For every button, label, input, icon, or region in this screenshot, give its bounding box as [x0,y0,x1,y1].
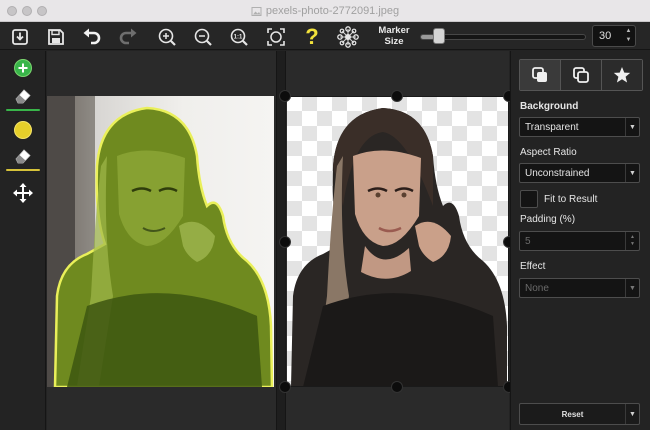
chevron-down-icon: ▼ [625,118,639,136]
crop-handle-bottom-left[interactable] [279,381,291,393]
remove-eraser-tool[interactable] [6,143,40,169]
zoom-in-icon [158,28,176,46]
stepper-down-icon[interactable]: ▼ [626,36,632,45]
stepper-up-icon[interactable]: ▲ [626,27,632,36]
marker-size-stepper[interactable]: ▲ ▼ [623,27,634,45]
tab-effects[interactable] [602,60,642,90]
marker-size-slider-thumb[interactable] [433,28,446,44]
zoom-fit-icon [267,28,285,46]
help-button[interactable]: ? [300,25,324,49]
reset-label: Reset [561,409,584,419]
aspect-ratio-label: Aspect Ratio [520,147,577,158]
zoom-actual-button[interactable]: 1:1 [227,25,251,49]
app-window: pexels-photo-2772091.jpeg 1:1 ? Marker S… [0,0,650,430]
padding-stepper[interactable]: ▲ ▼ [625,232,639,250]
zoom-actual-text: 1:1 [234,34,243,40]
zoom-in-button[interactable] [155,25,179,49]
import-button[interactable] [8,25,32,49]
marker-size-field[interactable]: 30 ▲ ▼ [592,25,636,47]
save-button[interactable] [44,25,68,49]
effect-value: None [525,282,549,294]
background-value: Transparent [525,121,579,133]
settings-tabs [519,59,643,91]
image-file-icon [251,6,262,16]
crop-handle-bottom[interactable] [391,381,403,393]
window-title: pexels-photo-2772091.jpeg [265,5,400,17]
marker-size-label: Marker Size [378,25,410,47]
zoom-1-1-icon: 1:1 [230,28,248,46]
chevron-down-icon: ▼ [625,164,639,182]
crop-frame[interactable] [285,96,509,387]
layers-icon [532,67,547,82]
crop-handle-left[interactable] [279,236,291,248]
tab-background[interactable] [520,60,561,90]
undo-icon [83,28,101,45]
remove-marker-tool[interactable] [6,117,40,143]
tab-shadow[interactable] [561,60,602,90]
background-label: Background [520,101,579,112]
chevron-down-icon: ▼ [625,279,639,297]
aspect-ratio-value: Unconstrained [525,167,590,179]
settings-sidebar: Background Transparent ▼ Aspect Ratio Un… [510,51,650,430]
background-select[interactable]: Transparent ▼ [519,117,640,137]
title-bar: pexels-photo-2772091.jpeg [0,0,650,22]
source-photo-image [47,96,274,387]
zoom-out-button[interactable] [191,25,215,49]
yellow-circle-icon [14,121,32,139]
save-icon [48,29,64,45]
import-icon [12,29,28,45]
network-icon [337,26,359,48]
reset-menu-chevron-icon[interactable]: ▼ [625,404,639,424]
help-icon: ? [305,24,319,49]
star-icon [613,67,631,83]
keep-marker-tool[interactable] [6,55,40,81]
zoom-out-icon [194,28,212,46]
aspect-ratio-select[interactable]: Unconstrained ▼ [519,163,640,183]
remove-tool-divider [6,169,40,171]
effect-select[interactable]: None ▼ [519,278,640,298]
reset-button[interactable]: Reset ▼ [519,403,640,425]
pan-tool[interactable] [6,180,40,206]
padding-value: 5 [525,235,531,247]
source-photo[interactable] [47,96,274,387]
undo-button[interactable] [80,25,104,49]
network-button[interactable] [336,25,360,49]
eraser-icon [15,149,31,164]
plus-circle-icon [14,59,32,77]
redo-icon [119,28,137,45]
marker-size-slider-fill [421,35,435,39]
padding-field[interactable]: 5 ▲ ▼ [519,231,640,251]
eraser-icon [15,89,31,104]
zoom-fit-button[interactable] [264,25,288,49]
fit-to-result-label: Fit to Result [544,194,598,205]
keep-tool-divider [6,109,40,111]
crop-handle-top-left[interactable] [279,90,291,102]
padding-label: Padding (%) [520,214,576,225]
fit-to-result-checkbox[interactable] [520,190,538,208]
effect-label: Effect [520,261,546,272]
move-arrows-icon [13,183,33,203]
copy-layers-icon [573,67,589,83]
keep-eraser-tool[interactable] [6,83,40,109]
redo-button[interactable] [116,25,140,49]
marker-size-value: 30 [599,30,612,42]
crop-handle-top[interactable] [391,90,403,102]
